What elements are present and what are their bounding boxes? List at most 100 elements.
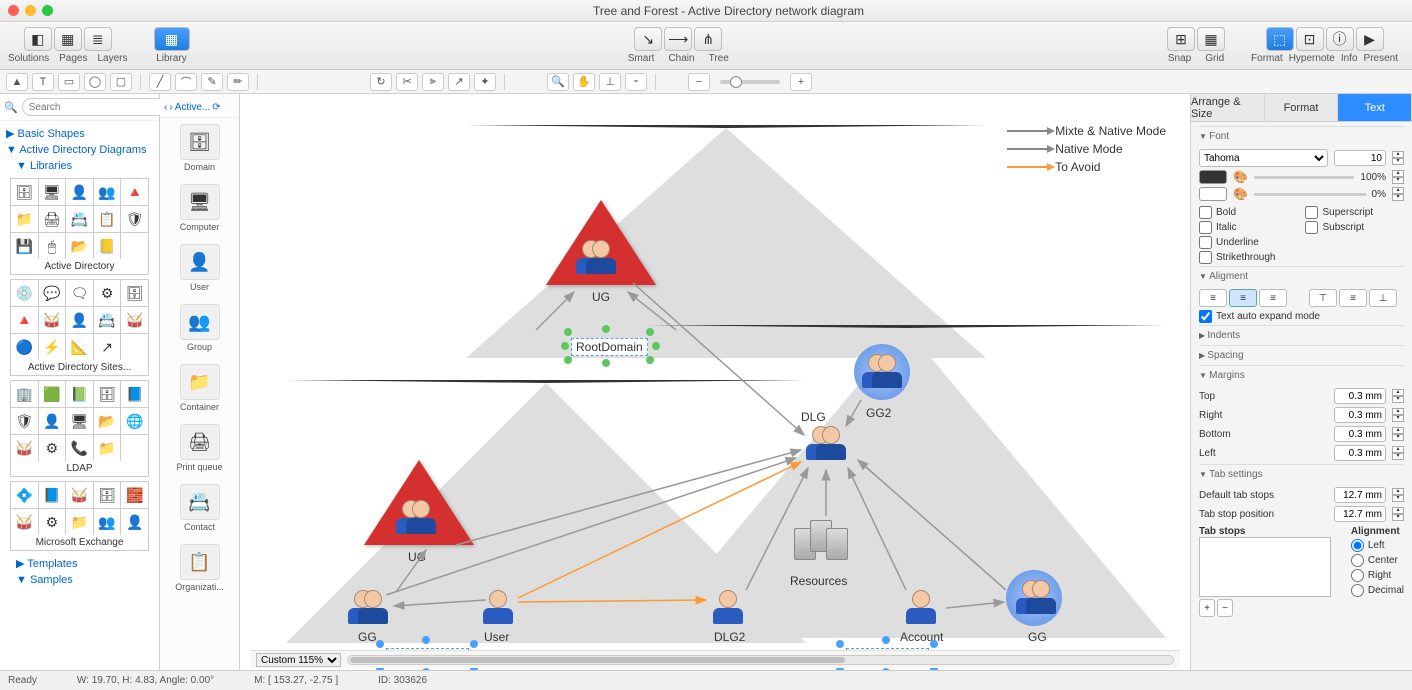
text-tool[interactable]: T bbox=[32, 73, 54, 91]
shape-contact[interactable]: 📇Contact bbox=[160, 478, 239, 538]
search-input[interactable] bbox=[22, 98, 168, 116]
valign-middle[interactable]: ≡ bbox=[1339, 289, 1367, 307]
margin-right[interactable] bbox=[1334, 407, 1386, 423]
grid-button[interactable]: ▦ bbox=[1197, 27, 1225, 51]
font-section[interactable]: Font bbox=[1199, 126, 1404, 146]
tab-align-right[interactable] bbox=[1351, 569, 1364, 582]
minimize-window[interactable] bbox=[25, 5, 36, 16]
magic-tool[interactable]: ✦ bbox=[474, 73, 496, 91]
lock-tool[interactable]: ⊥ bbox=[599, 73, 621, 91]
alignment-section[interactable]: Aligment bbox=[1199, 266, 1404, 286]
info-button[interactable]: ⓘ bbox=[1326, 27, 1354, 51]
margin-top[interactable] bbox=[1334, 388, 1386, 404]
gg-node[interactable] bbox=[346, 590, 386, 624]
tab-pos[interactable] bbox=[1334, 506, 1386, 522]
line-tool[interactable]: ╱ bbox=[149, 73, 171, 91]
library-ldap[interactable]: 🏢🟩📗🗄📘 🛡👤🖥📂🌐 🥁⚙📞📁 LDAP bbox=[10, 380, 149, 477]
align-center[interactable]: ≡ bbox=[1229, 289, 1257, 307]
connector-tool[interactable]: ↗ bbox=[448, 73, 470, 91]
indents-section[interactable]: Indents bbox=[1199, 325, 1404, 345]
auto-expand-check[interactable] bbox=[1199, 310, 1212, 323]
user-node[interactable] bbox=[481, 590, 521, 624]
dlg2-node[interactable] bbox=[711, 590, 751, 624]
sub-check[interactable] bbox=[1305, 221, 1318, 234]
roundrect-tool[interactable]: ▢ bbox=[110, 73, 132, 91]
margin-left[interactable] bbox=[1334, 445, 1386, 461]
rootdomain-label[interactable]: RootDomain bbox=[571, 338, 648, 356]
shape-container[interactable]: 📁Container bbox=[160, 358, 239, 418]
tab-align-decimal[interactable] bbox=[1351, 584, 1364, 597]
crop-tool[interactable]: ✂ bbox=[396, 73, 418, 91]
underline-check[interactable] bbox=[1199, 236, 1212, 249]
spacing-section[interactable]: Spacing bbox=[1199, 345, 1404, 365]
zoom-select[interactable]: Custom 115% bbox=[256, 653, 341, 667]
ellipse-tool[interactable]: ◯ bbox=[84, 73, 106, 91]
zoom-out[interactable]: − bbox=[688, 73, 710, 91]
canvas-area[interactable]: Mixte & Native Mode Native Mode To Avoid… bbox=[240, 94, 1190, 670]
margin-bottom[interactable] bbox=[1334, 426, 1386, 442]
font-size-input[interactable] bbox=[1334, 150, 1386, 166]
add-tab[interactable]: + bbox=[1199, 599, 1215, 617]
align-left[interactable]: ≡ bbox=[1199, 289, 1227, 307]
shape-org-unit[interactable]: 📋Organizati... bbox=[160, 538, 239, 598]
zoom-tool[interactable]: 🔍 bbox=[547, 73, 569, 91]
bg-color[interactable] bbox=[1199, 187, 1227, 201]
layers-button[interactable]: ≣ bbox=[84, 27, 112, 51]
solutions-button[interactable]: ◧ bbox=[24, 27, 52, 51]
super-check[interactable] bbox=[1305, 206, 1318, 219]
rotate-tool[interactable]: ↻ bbox=[370, 73, 392, 91]
remove-tab[interactable]: − bbox=[1217, 599, 1233, 617]
horizontal-scrollbar[interactable] bbox=[347, 655, 1174, 665]
tab-text[interactable]: Text bbox=[1338, 94, 1412, 122]
snap-button[interactable]: ⊞ bbox=[1167, 27, 1195, 51]
valign-top[interactable]: ⊤ bbox=[1309, 289, 1337, 307]
align-right[interactable]: ≡ bbox=[1259, 289, 1287, 307]
rect-tool[interactable]: ▭ bbox=[58, 73, 80, 91]
bold-check[interactable] bbox=[1199, 206, 1212, 219]
italic-check[interactable] bbox=[1199, 221, 1212, 234]
library-ad-sites[interactable]: 💿💬🗨⚙🗄 🔺🥁👤📇🥁 🔵⚡📐↗ Active Directory Sites.… bbox=[10, 279, 149, 376]
font-family-select[interactable]: Tahoma bbox=[1199, 149, 1328, 167]
eyedropper-tool[interactable]: ⁃ bbox=[625, 73, 647, 91]
close-window[interactable] bbox=[8, 5, 19, 16]
margins-section[interactable]: Margins bbox=[1199, 365, 1404, 385]
arc-tool[interactable]: ⌒ bbox=[175, 73, 197, 91]
tab-arrange[interactable]: Arrange & Size bbox=[1191, 94, 1265, 122]
tree-templates[interactable]: ▶ Templates bbox=[6, 555, 153, 572]
shape-user[interactable]: 👤User bbox=[160, 238, 239, 298]
tree-ad-diagrams[interactable]: ▼ Active Directory Diagrams bbox=[6, 142, 153, 158]
hypernote-button[interactable]: ⊡ bbox=[1296, 27, 1324, 51]
shape-group[interactable]: 👥Group bbox=[160, 298, 239, 358]
dlg-node[interactable] bbox=[804, 426, 844, 460]
library-active-directory[interactable]: 🗄🖥👤👥🔺 📁🖨📇📋🛡 💾🖱📂📒 Active Directory bbox=[10, 178, 149, 275]
shape-computer[interactable]: 🖥Computer bbox=[160, 178, 239, 238]
align-tool[interactable]: ⫸ bbox=[422, 73, 444, 91]
zoom-window[interactable] bbox=[42, 5, 53, 16]
smart-button[interactable]: ↘ bbox=[634, 27, 662, 51]
tree-button[interactable]: ⋔ bbox=[694, 27, 722, 51]
strike-check[interactable] bbox=[1199, 251, 1212, 264]
zoom-slider[interactable] bbox=[720, 80, 780, 84]
pointer-tool[interactable]: ▲ bbox=[6, 73, 28, 91]
tab-align-center[interactable] bbox=[1351, 554, 1364, 567]
text-color[interactable] bbox=[1199, 170, 1227, 184]
library-exchange[interactable]: 💠📘🥁🗄🧱 🥁⚙📁👥👤 Microsoft Exchange bbox=[10, 481, 149, 551]
tree-basic-shapes[interactable]: ▶ Basic Shapes bbox=[6, 125, 153, 142]
pan-tool[interactable]: ✋ bbox=[573, 73, 595, 91]
account-node[interactable] bbox=[904, 590, 944, 624]
tree-samples[interactable]: ▼ Samples bbox=[6, 572, 153, 588]
tab-section[interactable]: Tab settings bbox=[1199, 464, 1404, 484]
present-button[interactable]: ▶ bbox=[1356, 27, 1384, 51]
tab-stops-list[interactable] bbox=[1199, 537, 1331, 597]
shape-domain[interactable]: 🗄Domain bbox=[160, 118, 239, 178]
tab-align-left[interactable] bbox=[1351, 539, 1364, 552]
library-button[interactable]: ▦ bbox=[154, 27, 190, 51]
resources-node[interactable] bbox=[794, 520, 848, 566]
format-button[interactable]: ⬚ bbox=[1266, 27, 1294, 51]
tab-format[interactable]: Format bbox=[1265, 94, 1339, 122]
pen-tool[interactable]: ✎ bbox=[201, 73, 223, 91]
default-tab[interactable] bbox=[1334, 487, 1386, 503]
shape-breadcrumb[interactable]: ‹›Active...⟳ bbox=[160, 98, 239, 118]
tree-libraries[interactable]: ▼ Libraries bbox=[6, 158, 153, 174]
pencil-tool[interactable]: ✏ bbox=[227, 73, 249, 91]
